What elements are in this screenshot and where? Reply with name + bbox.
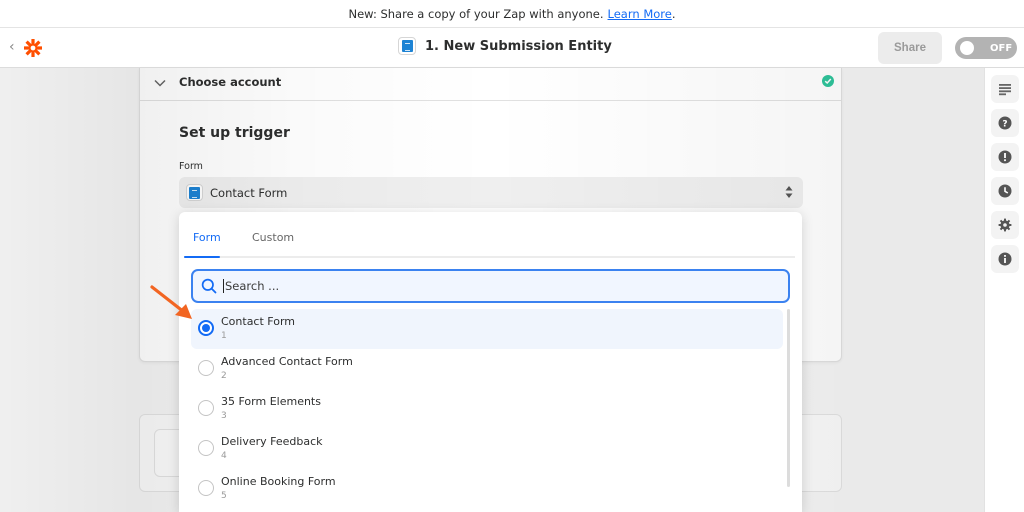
svg-text:?: ? bbox=[1002, 120, 1007, 130]
zapier-logo-icon[interactable] bbox=[22, 37, 44, 59]
form-dropdown-panel: Form Custom Contact Form 1 Advanced Cont… bbox=[179, 212, 802, 512]
form-select[interactable]: Contact Form bbox=[179, 177, 803, 208]
banner-text: New: Share a copy of your Zap with anyon… bbox=[348, 6, 604, 21]
tab-divider bbox=[184, 256, 795, 258]
step-title-text: 1. New Submission Entity bbox=[425, 38, 612, 54]
alert-icon[interactable] bbox=[991, 143, 1019, 171]
right-sidebar: ? bbox=[984, 68, 1024, 512]
search-box[interactable] bbox=[191, 269, 790, 303]
learn-more-link[interactable]: Learn More bbox=[608, 7, 672, 21]
form-option[interactable]: Delivery Feedback 4 bbox=[191, 429, 783, 469]
editor-header: ‹ 1. New Submission Entity Share OFF bbox=[0, 28, 1024, 68]
option-label: Contact Form bbox=[221, 315, 296, 328]
search-icon bbox=[201, 278, 217, 294]
radio-unselected-icon[interactable] bbox=[198, 480, 214, 496]
list-scrollbar[interactable] bbox=[787, 309, 790, 487]
check-circle-icon bbox=[822, 75, 834, 87]
option-label: Online Booking Form bbox=[221, 475, 336, 488]
select-arrows-icon bbox=[785, 186, 793, 198]
tab-form[interactable]: Form bbox=[193, 231, 221, 244]
banner-trailing: . bbox=[671, 6, 676, 21]
info-icon[interactable] bbox=[991, 245, 1019, 273]
option-id: 5 bbox=[221, 491, 227, 501]
form-app-icon bbox=[398, 37, 416, 55]
details-icon[interactable] bbox=[991, 75, 1019, 103]
settings-icon[interactable] bbox=[991, 211, 1019, 239]
option-id: 4 bbox=[221, 451, 227, 461]
toggle-label: OFF bbox=[990, 42, 1013, 54]
option-label: 35 Form Elements bbox=[221, 395, 321, 408]
form-options-list: Contact Form 1 Advanced Contact Form 2 3… bbox=[191, 309, 783, 509]
zap-step-title: 1. New Submission Entity bbox=[398, 37, 612, 55]
radio-unselected-icon[interactable] bbox=[198, 400, 214, 416]
setup-trigger-heading: Set up trigger bbox=[179, 125, 290, 141]
announcement-banner: New: Share a copy of your Zap with anyon… bbox=[0, 0, 1024, 28]
form-field-label: Form bbox=[179, 161, 203, 172]
form-option[interactable]: Advanced Contact Form 2 bbox=[191, 349, 783, 389]
radio-unselected-icon[interactable] bbox=[198, 440, 214, 456]
active-tab-indicator bbox=[184, 256, 220, 258]
selected-form-value: Contact Form bbox=[210, 185, 288, 200]
form-app-icon bbox=[186, 184, 203, 201]
toggle-knob bbox=[960, 41, 974, 55]
zap-on-off-toggle[interactable]: OFF bbox=[955, 37, 1017, 59]
option-label: Advanced Contact Form bbox=[221, 355, 353, 368]
history-icon[interactable] bbox=[991, 177, 1019, 205]
tab-custom[interactable]: Custom bbox=[252, 231, 294, 244]
option-id: 1 bbox=[221, 331, 227, 341]
chevron-left-icon[interactable]: ‹ bbox=[9, 39, 15, 55]
share-button[interactable]: Share bbox=[878, 32, 942, 64]
radio-selected-icon[interactable] bbox=[198, 320, 214, 336]
help-icon[interactable]: ? bbox=[991, 109, 1019, 137]
option-id: 2 bbox=[221, 371, 227, 381]
form-option[interactable]: Contact Form 1 bbox=[191, 309, 783, 349]
option-id: 3 bbox=[221, 411, 227, 421]
option-label: Delivery Feedback bbox=[221, 435, 323, 448]
choose-account-section[interactable]: Choose account bbox=[140, 68, 841, 101]
form-option[interactable]: Online Booking Form 5 bbox=[191, 469, 783, 509]
radio-unselected-icon[interactable] bbox=[198, 360, 214, 376]
choose-account-title: Choose account bbox=[179, 75, 282, 89]
search-input[interactable] bbox=[223, 279, 763, 293]
dropdown-tabs: Form Custom bbox=[179, 212, 802, 258]
chevron-down-icon bbox=[154, 79, 166, 87]
form-option[interactable]: 35 Form Elements 3 bbox=[191, 389, 783, 429]
